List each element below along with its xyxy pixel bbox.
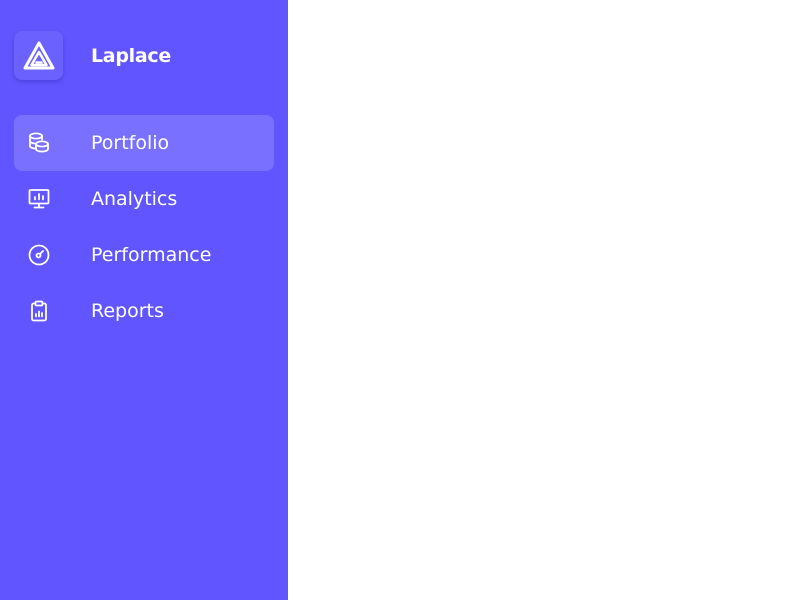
- main-content: [288, 0, 800, 600]
- sidebar-item-reports[interactable]: Reports: [14, 283, 274, 339]
- sidebar: Laplace Portfolio Analytics Performance …: [0, 0, 288, 600]
- sidebar-item-label: Reports: [91, 300, 164, 322]
- sidebar-item-performance[interactable]: Performance: [14, 227, 274, 283]
- sidebar-item-label: Performance: [91, 244, 212, 266]
- brand[interactable]: Laplace: [14, 31, 171, 80]
- sidebar-item-analytics[interactable]: Analytics: [14, 171, 274, 227]
- sidebar-item-label: Portfolio: [91, 132, 170, 154]
- sidebar-item-portfolio[interactable]: Portfolio: [14, 115, 274, 171]
- coins-icon: [14, 131, 64, 155]
- clipboard-chart-icon: [14, 299, 64, 323]
- gauge-icon: [14, 243, 64, 267]
- sidebar-item-label: Analytics: [91, 188, 178, 210]
- app-window: Laplace Portfolio Analytics Performance …: [0, 0, 800, 600]
- triangle-logo-icon: [14, 31, 63, 80]
- sidebar-nav: Portfolio Analytics Performance Reports: [14, 115, 274, 339]
- presentation-chart-icon: [14, 187, 64, 211]
- brand-name: Laplace: [91, 44, 171, 67]
